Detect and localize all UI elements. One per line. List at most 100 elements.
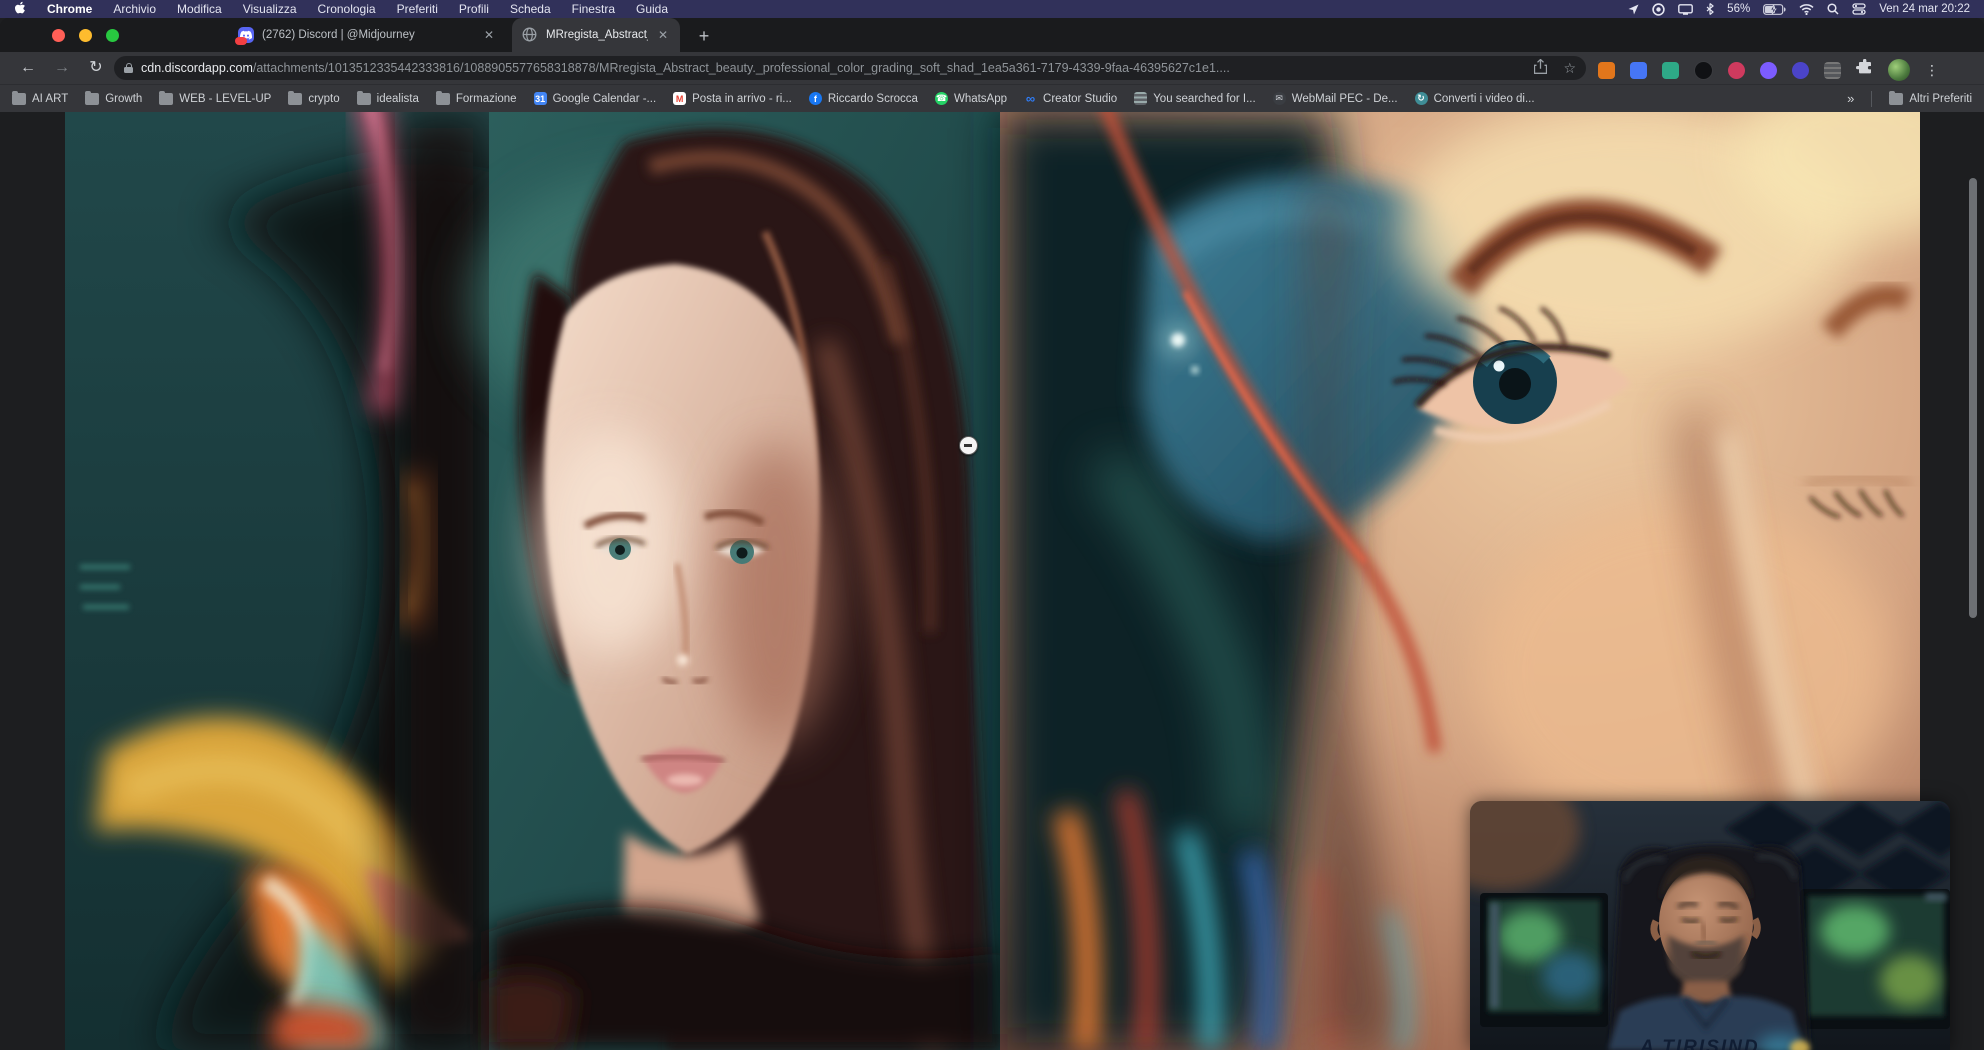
extensions-puzzle-icon[interactable] — [1856, 59, 1873, 81]
globe-favicon — [522, 27, 538, 43]
extensions-area: ⋮ — [1598, 59, 1939, 81]
metamask-extension-icon[interactable] — [1598, 62, 1615, 79]
user-switch-icon[interactable] — [1852, 3, 1866, 15]
meta-icon: ∞ — [1024, 92, 1037, 105]
new-tab-button[interactable]: + — [692, 24, 716, 48]
bookmark-label: Altri Preferiti — [1909, 93, 1972, 105]
bookmark-whatsapp[interactable]: ☎ WhatsApp — [935, 92, 1007, 105]
tab-discord[interactable]: (2762) Discord | @Midjourney ✕ — [228, 18, 506, 52]
share-icon[interactable] — [1534, 59, 1547, 77]
gmail-icon: M — [673, 92, 686, 105]
navigation-toolbar: ← → ↻ cdn.discordapp.com /attachments/10… — [0, 52, 1984, 84]
bookmark-label: Formazione — [456, 93, 517, 105]
address-bar[interactable]: cdn.discordapp.com /attachments/10135123… — [114, 56, 1586, 80]
menu-item-cronologia[interactable]: Cronologia — [318, 2, 376, 16]
tab-image-active[interactable]: MRregista_Abstract_beauty._… ✕ — [512, 18, 680, 52]
fullscreen-window-button[interactable] — [106, 29, 119, 42]
bookmark-folder-crypto[interactable]: crypto — [288, 93, 339, 105]
macos-menu-bar: Chrome Archivio Modifica Visualizza Cron… — [0, 0, 1984, 18]
reload-button[interactable]: ↻ — [84, 56, 108, 80]
page-content: A TIRISIND — [0, 112, 1984, 1050]
tab-close-icon[interactable]: ✕ — [482, 28, 496, 42]
bookmark-you-searched[interactable]: You searched for I... — [1134, 92, 1256, 105]
bookmark-folder-formazione[interactable]: Formazione — [436, 93, 517, 105]
scrollbar-thumb[interactable] — [1969, 178, 1977, 618]
blue-extension-icon[interactable] — [1630, 62, 1647, 79]
display-icon[interactable] — [1678, 4, 1693, 15]
bookmark-label: Growth — [105, 93, 142, 105]
tab-title: (2762) Discord | @Midjourney — [262, 29, 474, 41]
bookmark-folder-web-level-up[interactable]: WEB - LEVEL-UP — [159, 93, 271, 105]
bookmark-creator-studio[interactable]: ∞Creator Studio — [1024, 92, 1117, 105]
bookmark-label: Converti i video di... — [1434, 93, 1535, 105]
bookmark-folder-growth[interactable]: Growth — [85, 93, 142, 105]
menu-item-scheda[interactable]: Scheda — [510, 2, 551, 16]
bookmark-converti-video[interactable]: ↻ Converti i video di... — [1415, 92, 1535, 105]
folder-icon — [159, 93, 173, 105]
screen-record-icon[interactable] — [1652, 3, 1665, 16]
tab-strip: (2762) Discord | @Midjourney ✕ MRregista… — [0, 18, 1984, 52]
minimize-window-button[interactable] — [79, 29, 92, 42]
indigo-extension-icon[interactable] — [1792, 62, 1809, 79]
spotlight-search-icon[interactable] — [1827, 3, 1839, 15]
forward-button[interactable]: → — [50, 56, 74, 80]
bookmarks-divider — [1871, 91, 1872, 107]
bookmarks-bar: AI ART Growth WEB - LEVEL-UP crypto idea… — [0, 84, 1984, 112]
back-button[interactable]: ← — [16, 56, 40, 80]
bluetooth-icon[interactable] — [1706, 3, 1714, 15]
webcam-overlay: A TIRISIND — [1470, 801, 1950, 1050]
menu-item-guida[interactable]: Guida — [636, 2, 668, 16]
discord-unread-badge — [235, 37, 247, 45]
folder-icon — [85, 93, 99, 105]
purple-extension-icon[interactable] — [1760, 62, 1777, 79]
facebook-icon: f — [809, 92, 822, 105]
menu-item-profili[interactable]: Profili — [459, 2, 489, 16]
apple-menu-icon[interactable] — [14, 1, 26, 18]
menu-item-chrome[interactable]: Chrome — [47, 2, 92, 16]
bookmark-gmail[interactable]: M Posta in arrivo - ri... — [673, 92, 792, 105]
bookmarks-overflow-chevron[interactable]: » — [1847, 91, 1854, 106]
bookmark-webmail-pec[interactable]: ✉WebMail PEC - De... — [1273, 92, 1398, 105]
profile-avatar[interactable] — [1888, 59, 1910, 81]
bookmark-facebook[interactable]: fRiccardo Scrocca — [809, 92, 918, 105]
menu-bar-clock[interactable]: Ven 24 mar 20:22 — [1879, 3, 1970, 15]
chrome-window: (2762) Discord | @Midjourney ✕ MRregista… — [0, 18, 1984, 1050]
bookmark-folder-idealista[interactable]: idealista — [357, 93, 419, 105]
chrome-menu-icon[interactable]: ⋮ — [1925, 62, 1939, 79]
folder-icon — [288, 93, 302, 105]
bookmark-label: WhatsApp — [954, 93, 1007, 105]
dark-extension-icon[interactable] — [1694, 61, 1713, 80]
location-icon[interactable] — [1628, 4, 1639, 15]
whatsapp-icon: ☎ — [935, 92, 948, 105]
wifi-icon[interactable] — [1799, 4, 1814, 15]
screen: Chrome Archivio Modifica Visualizza Cron… — [0, 0, 1984, 1050]
menu-item-visualizza[interactable]: Visualizza — [243, 2, 297, 16]
grid-icon — [1134, 92, 1147, 105]
menu-item-preferiti[interactable]: Preferiti — [397, 2, 438, 16]
bookmark-star-icon[interactable]: ☆ — [1563, 60, 1576, 77]
watermark-text: A TIRISIND — [1640, 1037, 1760, 1050]
menu-item-finestra[interactable]: Finestra — [572, 2, 615, 16]
bookmark-label: crypto — [308, 93, 339, 105]
grid-extension-icon[interactable] — [1824, 62, 1841, 79]
bookmark-folder-ai-art[interactable]: AI ART — [12, 93, 68, 105]
tab-title: MRregista_Abstract_beauty._… — [546, 29, 648, 41]
tab-close-icon[interactable]: ✕ — [656, 28, 670, 42]
bookmark-label: AI ART — [32, 93, 68, 105]
folder-icon — [12, 93, 26, 105]
discord-favicon — [238, 27, 254, 43]
folder-icon — [357, 93, 371, 105]
menu-item-archivio[interactable]: Archivio — [113, 2, 156, 16]
pink-extension-icon[interactable] — [1728, 62, 1745, 79]
other-favorites-folder[interactable]: Altri Preferiti — [1889, 93, 1972, 105]
bookmark-google-calendar[interactable]: 31Google Calendar -... — [534, 92, 657, 105]
green-extension-icon[interactable] — [1662, 62, 1679, 79]
battery-icon — [1763, 4, 1786, 15]
menu-item-modifica[interactable]: Modifica — [177, 2, 222, 16]
close-window-button[interactable] — [52, 29, 65, 42]
url-domain: cdn.discordapp.com — [141, 61, 253, 75]
lock-icon[interactable] — [124, 63, 133, 73]
battery-percent: 56% — [1727, 3, 1750, 15]
converter-icon: ↻ — [1415, 92, 1428, 105]
bookmark-label: Posta in arrivo - ri... — [692, 93, 792, 105]
